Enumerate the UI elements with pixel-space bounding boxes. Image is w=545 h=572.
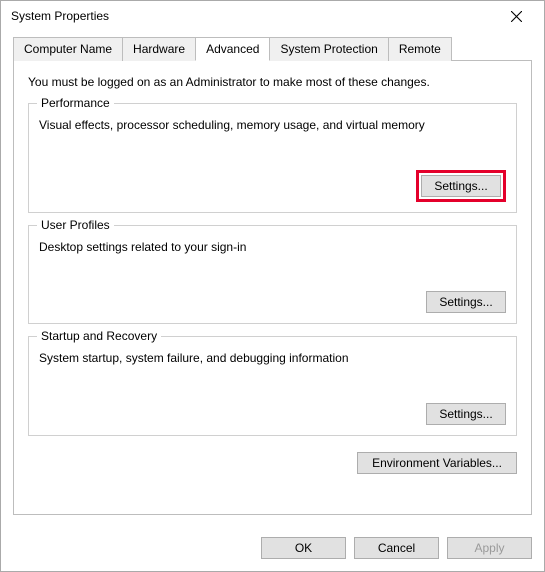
group-row-startup-recovery: Settings... [39, 403, 506, 425]
group-desc-startup-recovery: System startup, system failure, and debu… [39, 351, 506, 367]
group-startup-recovery: Startup and Recovery System startup, sys… [28, 336, 517, 436]
highlight-performance-settings: Settings... [416, 170, 506, 202]
close-icon [511, 11, 522, 22]
tab-remote[interactable]: Remote [388, 37, 452, 61]
group-row-performance: Settings... [39, 170, 506, 202]
apply-button[interactable]: Apply [447, 537, 532, 559]
user-profiles-settings-button[interactable]: Settings... [426, 291, 506, 313]
dialog-footer: OK Cancel Apply [1, 527, 544, 571]
env-row: Environment Variables... [28, 452, 517, 474]
group-user-profiles: User Profiles Desktop settings related t… [28, 225, 517, 325]
group-desc-performance: Visual effects, processor scheduling, me… [39, 118, 506, 134]
admin-note: You must be logged on as an Administrato… [28, 75, 517, 89]
ok-button[interactable]: OK [261, 537, 346, 559]
tab-computer-name[interactable]: Computer Name [13, 37, 123, 61]
content-area: Computer Name Hardware Advanced System P… [1, 31, 544, 527]
performance-settings-button[interactable]: Settings... [421, 175, 501, 197]
group-row-user-profiles: Settings... [39, 291, 506, 313]
tab-strip: Computer Name Hardware Advanced System P… [13, 37, 532, 61]
group-performance: Performance Visual effects, processor sc… [28, 103, 517, 213]
environment-variables-button[interactable]: Environment Variables... [357, 452, 517, 474]
group-legend-startup-recovery: Startup and Recovery [37, 329, 161, 343]
cancel-button[interactable]: Cancel [354, 537, 439, 559]
tab-panel-advanced: You must be logged on as an Administrato… [13, 60, 532, 515]
startup-recovery-settings-button[interactable]: Settings... [426, 403, 506, 425]
tab-hardware[interactable]: Hardware [122, 37, 196, 61]
group-desc-user-profiles: Desktop settings related to your sign-in [39, 240, 506, 256]
titlebar: System Properties [1, 1, 544, 31]
system-properties-window: System Properties Computer Name Hardware… [0, 0, 545, 572]
close-button[interactable] [496, 2, 536, 30]
tab-system-protection[interactable]: System Protection [269, 37, 388, 61]
tab-advanced[interactable]: Advanced [195, 37, 270, 61]
group-legend-performance: Performance [37, 96, 114, 110]
window-title: System Properties [11, 9, 496, 23]
group-legend-user-profiles: User Profiles [37, 218, 114, 232]
